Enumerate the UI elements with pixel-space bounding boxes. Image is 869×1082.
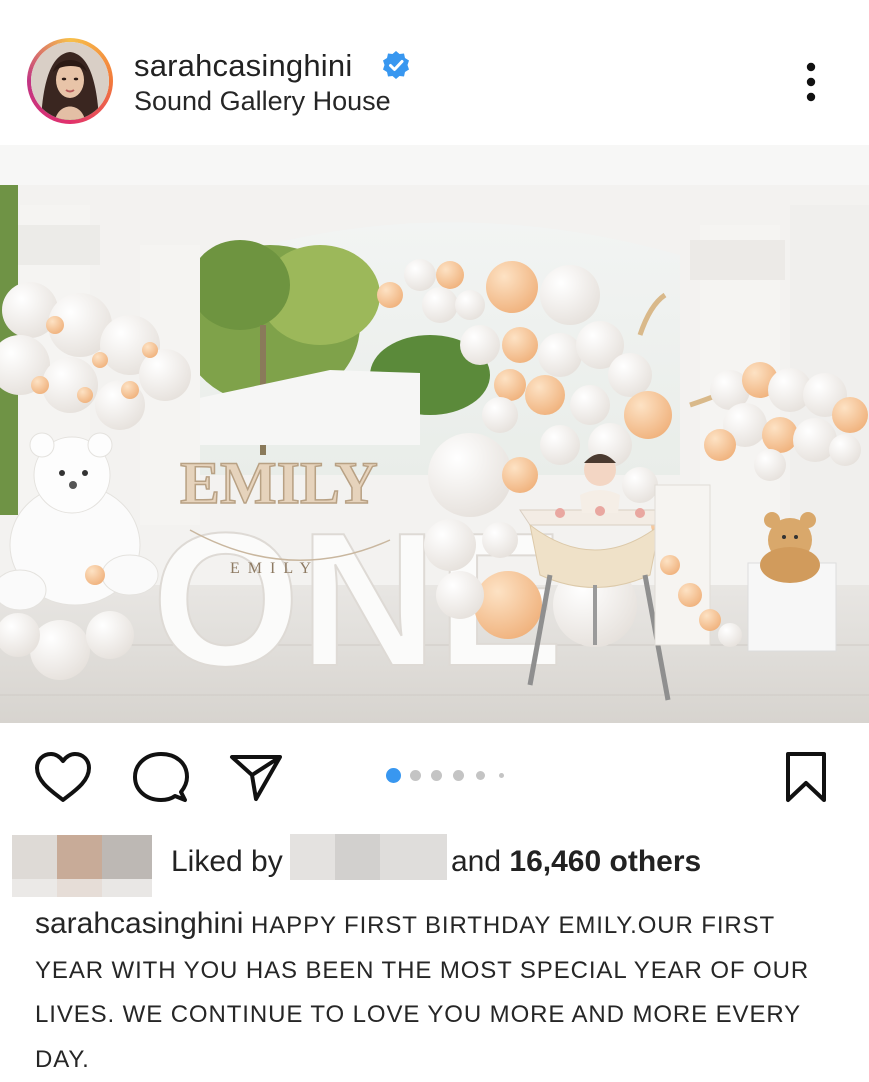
post-photo[interactable]: EMILY ONE EMILY	[0, 145, 869, 723]
more-vertical-icon[interactable]	[798, 60, 824, 104]
post-caption: sarahcasinghini HAPPY FIRST BIRTHDAY EMI…	[35, 902, 845, 1082]
avatar-image[interactable]	[31, 42, 109, 120]
carousel-dot	[431, 770, 442, 781]
post-header: sarahcasinghini Sound Gallery House	[0, 0, 869, 145]
liker-name-blurred[interactable]	[290, 834, 447, 880]
verified-badge-icon	[383, 51, 409, 79]
carousel-dot	[410, 770, 421, 781]
carousel-dot-active	[386, 768, 401, 783]
heart-icon[interactable]	[33, 750, 93, 806]
carousel-dot	[453, 770, 464, 781]
liked-by-label: Liked by	[171, 845, 283, 878]
caption-username[interactable]: sarahcasinghini	[35, 907, 243, 940]
carousel-dot	[476, 771, 485, 780]
likes-count[interactable]: and 16,460 others	[451, 845, 701, 879]
bookmark-icon[interactable]	[783, 750, 829, 804]
comment-icon[interactable]	[131, 750, 191, 806]
carousel-dot	[499, 773, 504, 778]
paper-plane-icon[interactable]	[228, 751, 284, 803]
photo-banner: EMILY	[230, 560, 319, 577]
liker-avatars-blurred[interactable]	[12, 835, 152, 897]
avatar[interactable]	[27, 38, 113, 124]
post-username[interactable]: sarahcasinghini	[134, 48, 352, 84]
post-location[interactable]: Sound Gallery House	[134, 86, 391, 117]
